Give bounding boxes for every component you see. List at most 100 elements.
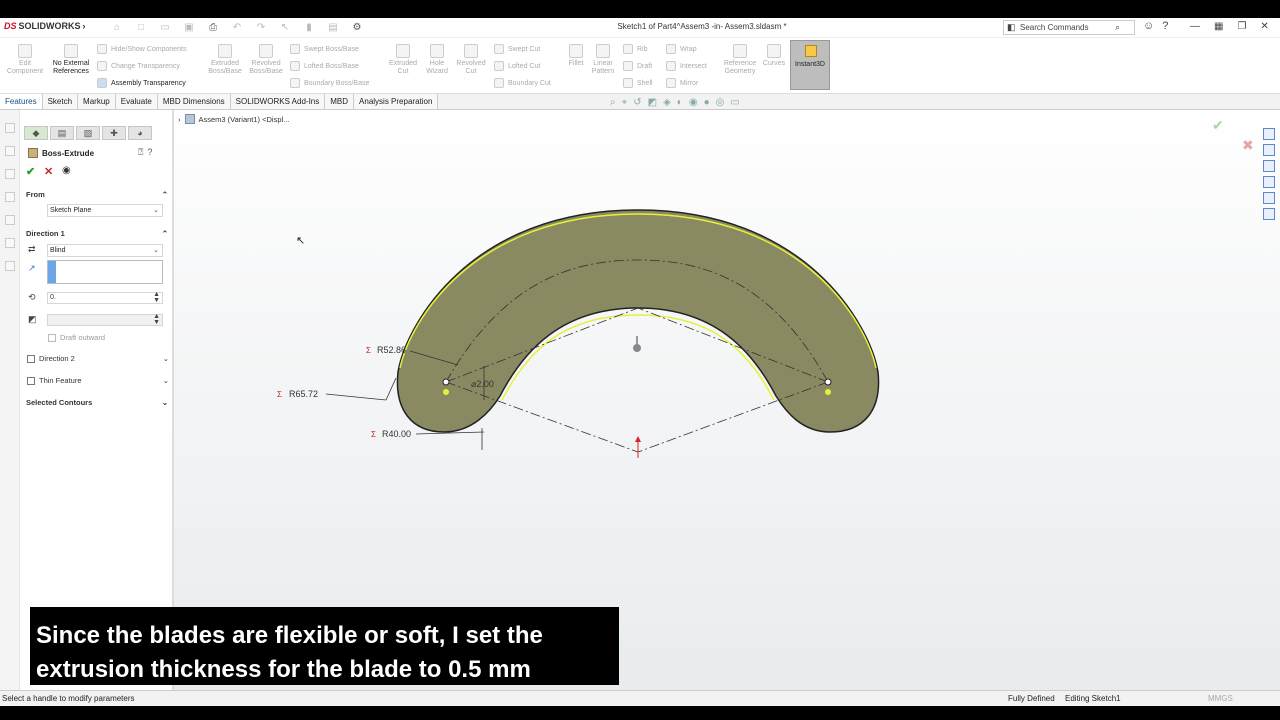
strip-icon[interactable] xyxy=(5,169,15,179)
selected-contours-section-header[interactable]: Selected Contours ⌄ xyxy=(26,398,168,407)
fillet-button[interactable]: Fillet xyxy=(565,44,587,68)
tab-markup[interactable]: Markup xyxy=(78,94,116,109)
reverse-direction-icon[interactable]: ⇄ xyxy=(28,244,42,256)
thin-feature-checkbox[interactable]: Thin Feature ⌄ xyxy=(27,376,169,385)
tab-mbd-dimensions[interactable]: MBD Dimensions xyxy=(157,94,231,109)
draft-on-off-icon[interactable]: ◩ xyxy=(28,314,42,326)
section-view-icon[interactable]: ◩ xyxy=(648,97,657,108)
revolved-cut-button[interactable]: Revolved Cut xyxy=(454,44,488,76)
file-explorer-icon[interactable] xyxy=(1263,160,1275,172)
help-icon[interactable]: ? xyxy=(1162,20,1168,32)
draft-button[interactable]: Draft xyxy=(623,61,652,71)
property-manager-tab-icon[interactable]: ▤ xyxy=(50,126,74,140)
restore-icon[interactable]: ❐ xyxy=(1237,21,1246,32)
endpoint-left[interactable] xyxy=(443,389,449,395)
hole-wizard-button[interactable]: Hole Wizard xyxy=(420,44,454,76)
mirror-button[interactable]: Mirror xyxy=(666,78,698,88)
no-external-references-button[interactable]: No External References xyxy=(50,44,92,76)
display-manager-tab-icon[interactable]: ◕ xyxy=(128,126,152,140)
curves-button[interactable]: Curves xyxy=(760,44,788,68)
direction1-section-header[interactable]: Direction 1 ⌃ xyxy=(26,229,168,238)
configuration-manager-tab-icon[interactable]: ▧ xyxy=(76,126,100,140)
graphics-area[interactable]: Σ R52.86 Σ R65.72 Σ R40.00 ⌀2.00 xyxy=(174,110,1280,690)
dimension-r65[interactable]: R65.72 xyxy=(289,389,318,399)
tab-solidworks-add-ins[interactable]: SOLIDWORKS Add-Ins xyxy=(230,94,326,109)
swept-cut-button[interactable]: Swept Cut xyxy=(494,44,540,54)
custom-properties-icon[interactable] xyxy=(1263,208,1275,220)
view-palette-icon[interactable] xyxy=(1263,176,1275,188)
endpoint-right[interactable] xyxy=(825,389,831,395)
direction-selection-box[interactable] xyxy=(47,260,163,284)
cancel-button[interactable]: ✕ xyxy=(44,165,53,178)
units-selector[interactable]: MMGS xyxy=(1208,694,1233,703)
hide-show-items-icon[interactable]: ◉ xyxy=(689,97,698,108)
depth-input[interactable]: 0. ▲ ▼ xyxy=(47,291,163,304)
display-style-icon[interactable]: ◐ xyxy=(677,97,683,108)
edit-component-button[interactable]: Edit Component xyxy=(4,44,46,76)
strip-icon[interactable] xyxy=(5,146,15,156)
reference-geometry-button[interactable]: Reference Geometry xyxy=(720,44,760,76)
linear-pattern-button[interactable]: Linear Pattern xyxy=(588,44,618,76)
tab-mbd[interactable]: MBD xyxy=(325,94,355,109)
preview-eye-icon[interactable]: ◉ xyxy=(62,165,71,176)
from-select[interactable]: Sketch Plane ⌄ xyxy=(47,204,163,217)
strip-icon[interactable] xyxy=(5,261,15,271)
spin-arrows-icon[interactable]: ▲ ▼ xyxy=(153,313,160,326)
design-library-icon[interactable] xyxy=(1263,144,1275,156)
direction2-checkbox[interactable]: Direction 2 ⌄ xyxy=(27,354,169,363)
tab-sketch[interactable]: Sketch xyxy=(42,94,79,109)
confirm-cancel-icon[interactable]: ✖ xyxy=(1242,137,1254,154)
tile-icon[interactable]: ▦ xyxy=(1214,21,1223,32)
draft-outward-checkbox[interactable]: Draft outward xyxy=(48,333,190,342)
revolved-boss-button[interactable]: Revolved Boss/Base xyxy=(247,44,285,76)
search-commands-input[interactable]: ◧ Search Commands ⌕ xyxy=(1003,20,1135,35)
feature-tree-flyout[interactable]: › Assem3 (Variant1) <Displ... xyxy=(178,114,289,124)
edit-appearance-icon[interactable]: ● xyxy=(704,97,710,108)
help-icon[interactable]: ? xyxy=(147,147,152,158)
change-transparency-button[interactable]: Change Transparency xyxy=(97,61,180,71)
strip-icon[interactable] xyxy=(5,238,15,248)
end-condition-select[interactable]: Blind ⌄ xyxy=(47,244,163,257)
extruded-boss-button[interactable]: Extruded Boss/Base xyxy=(206,44,244,76)
minimize-icon[interactable]: — xyxy=(1190,21,1200,32)
tab-analysis-preparation[interactable]: Analysis Preparation xyxy=(354,94,439,109)
user-account-icon[interactable]: ☺ xyxy=(1143,20,1154,32)
strip-icon[interactable] xyxy=(5,123,15,133)
dimension-r52[interactable]: R52.86 xyxy=(377,345,406,355)
spin-arrows-icon[interactable]: ▲ ▼ xyxy=(153,291,160,304)
boundary-cut-button[interactable]: Boundary Cut xyxy=(494,78,551,88)
intersect-button[interactable]: Intersect xyxy=(666,61,707,71)
rib-button[interactable]: Rib xyxy=(623,44,648,54)
swept-boss-button[interactable]: Swept Boss/Base xyxy=(290,44,359,54)
assembly-transparency-button[interactable]: Assembly Transparency xyxy=(97,78,186,88)
view-settings-icon[interactable]: ▭ xyxy=(730,97,739,108)
hide-show-components-button[interactable]: Hide/Show Components xyxy=(97,44,187,54)
wrap-button[interactable]: Wrap xyxy=(666,44,697,54)
feature-manager-tab-icon[interactable]: ◆ xyxy=(24,126,48,140)
draft-angle-input[interactable]: ▲ ▼ xyxy=(47,313,163,326)
close-icon[interactable]: ✕ xyxy=(1260,21,1268,32)
dimension-r40[interactable]: R40.00 xyxy=(382,429,411,439)
strip-icon[interactable] xyxy=(5,215,15,225)
lofted-cut-button[interactable]: Lofted Cut xyxy=(494,61,540,71)
detailed-preview-icon[interactable]: ⍰ xyxy=(138,147,143,158)
zoom-to-fit-icon[interactable]: ⌕ xyxy=(610,97,616,108)
zoom-to-area-icon[interactable]: ⌖ xyxy=(622,97,628,108)
tab-features[interactable]: Features xyxy=(0,94,43,109)
previous-view-icon[interactable]: ↺ xyxy=(633,97,641,108)
lofted-boss-button[interactable]: Lofted Boss/Base xyxy=(290,61,359,71)
strip-icon[interactable] xyxy=(5,192,15,202)
instant3d-button[interactable]: Instant3D xyxy=(790,40,830,90)
appearances-icon[interactable] xyxy=(1263,192,1275,204)
extruded-cut-button[interactable]: Extruded Cut xyxy=(385,44,421,76)
apply-scene-icon[interactable]: ◎ xyxy=(716,97,725,108)
blade-profile[interactable] xyxy=(396,209,880,433)
arc-center-point-right[interactable] xyxy=(824,378,832,386)
boundary-boss-button[interactable]: Boundary Boss/Base xyxy=(290,78,369,88)
dimxpert-tab-icon[interactable]: ✚ xyxy=(102,126,126,140)
view-orientation-icon[interactable]: ◈ xyxy=(663,97,671,108)
from-section-header[interactable]: From ⌃ xyxy=(26,190,168,199)
ok-button[interactable]: ✔ xyxy=(26,165,35,178)
dimension-d2[interactable]: ⌀2.00 xyxy=(471,379,494,389)
tab-evaluate[interactable]: Evaluate xyxy=(115,94,158,109)
